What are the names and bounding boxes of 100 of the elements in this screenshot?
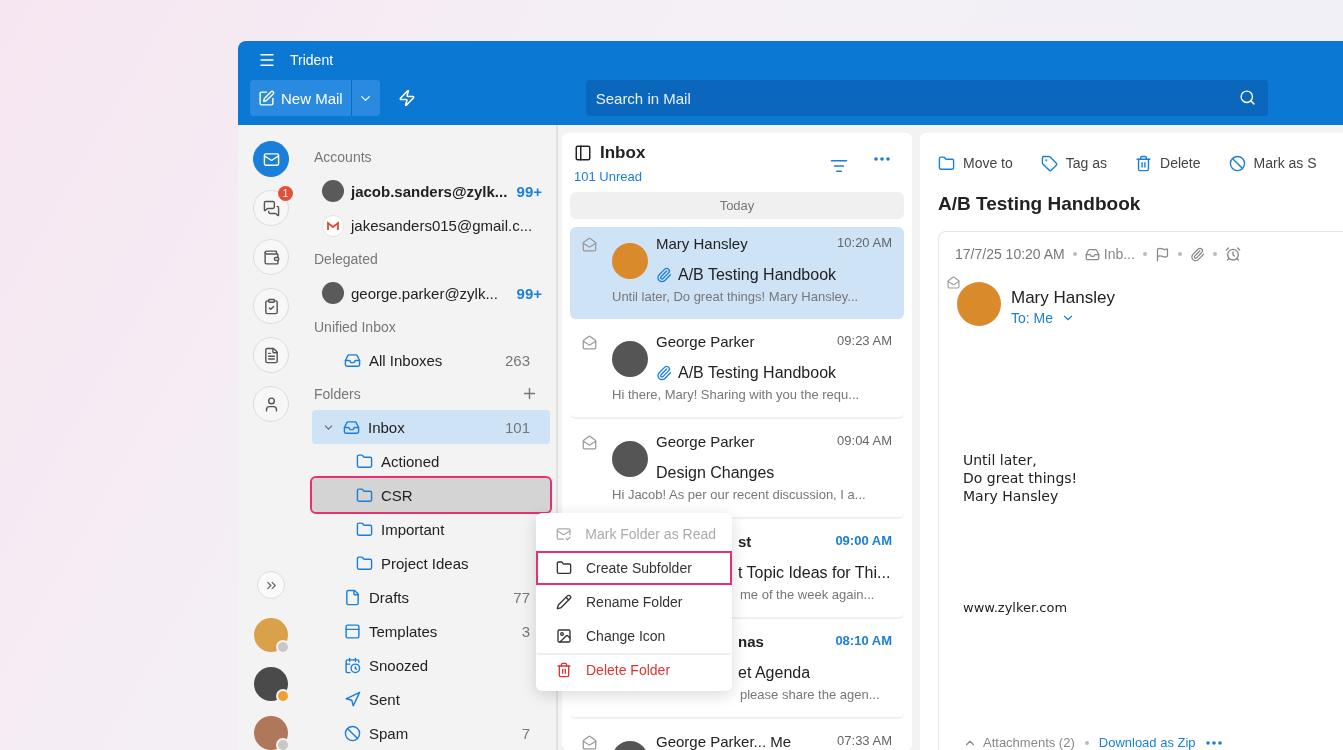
inbox-tray-icon xyxy=(343,418,360,436)
rail-button[interactable] xyxy=(253,141,289,177)
tag-icon xyxy=(1040,154,1058,172)
recipient-toggle[interactable]: To: Me xyxy=(1003,308,1075,326)
filter-button[interactable] xyxy=(830,157,848,175)
envelope-icon xyxy=(582,735,597,750)
menu-item[interactable]: Rename Folder xyxy=(536,585,732,619)
folder-label: Actioned xyxy=(381,452,441,470)
envelope-icon xyxy=(262,150,280,168)
attachments-toggle[interactable]: Attachments (2) xyxy=(963,735,1075,750)
account-item[interactable]: george.parker@zylk... 99+ xyxy=(312,275,556,311)
unread-count: 99+ xyxy=(516,182,542,200)
folder-count: 77 xyxy=(513,588,530,606)
folder-item[interactable]: CSR xyxy=(312,478,550,512)
message-time: 08:10 AM xyxy=(835,633,892,650)
message-time: 09:00 AM xyxy=(835,533,892,550)
more-button[interactable] xyxy=(874,157,890,161)
toolbar-button[interactable]: Delete xyxy=(1135,154,1201,172)
message-time: 09:04 AM xyxy=(837,433,892,450)
compose-icon xyxy=(258,89,275,107)
email-subject: A/B Testing Handbook xyxy=(938,193,1142,215)
section-heading: Delegated xyxy=(314,251,378,268)
folder-icon xyxy=(356,554,373,572)
body-text: Until later, xyxy=(963,451,1037,469)
sender-name: st xyxy=(738,533,752,552)
toolbar-button[interactable]: Tag as xyxy=(1040,154,1108,172)
envelope-icon xyxy=(947,276,960,289)
document-icon xyxy=(262,346,280,364)
folder-icon xyxy=(938,154,955,172)
folder-label: Inbox xyxy=(368,418,406,436)
avatar[interactable] xyxy=(254,716,288,750)
notification-badge: 1 xyxy=(278,186,293,201)
more-button[interactable] xyxy=(1205,740,1222,745)
section-heading: Folders xyxy=(314,385,361,402)
menu-icon[interactable] xyxy=(258,51,276,69)
window-title: Trident xyxy=(290,52,334,68)
account-label: jakesanders015@gmail.c... xyxy=(351,217,534,235)
folder-label: Drafts xyxy=(369,588,410,606)
message-subject: et Agenda xyxy=(738,664,811,682)
body-text: Mary Hansley xyxy=(963,487,1059,505)
avatar xyxy=(612,243,648,279)
folder-count: 7 xyxy=(521,724,530,742)
email-date: 17/7/25 10:20 AM xyxy=(955,246,1065,262)
avatar[interactable] xyxy=(254,667,288,701)
envelope-icon xyxy=(582,335,597,350)
flag-icon[interactable] xyxy=(1154,246,1170,262)
chat-bubbles-icon xyxy=(262,199,280,217)
dropdown-button[interactable] xyxy=(351,80,380,116)
toolbar-button[interactable]: Mark as S xyxy=(1228,154,1317,172)
message-time: 10:20 AM xyxy=(837,235,892,252)
folder-label: Templates xyxy=(369,622,439,640)
account-item[interactable]: jacob.sanders@zylk... 99+ xyxy=(312,173,556,209)
message-preview: Until later, Do great things! Mary Hansley... xyxy=(612,289,859,306)
unread-count: 99+ xyxy=(516,284,542,302)
panel-toggle-icon[interactable] xyxy=(574,144,592,162)
menu-item[interactable]: Change Icon xyxy=(536,619,732,653)
folder-item[interactable]: Inbox 101 xyxy=(312,410,550,444)
message-preview: me of the week again... xyxy=(740,587,875,604)
sender-name: nas xyxy=(738,633,764,652)
folder-item[interactable]: Spam 7 xyxy=(312,716,550,750)
menu-item[interactable]: Delete Folder xyxy=(536,653,732,687)
clipboard-check-icon xyxy=(262,297,280,315)
new-mail-button[interactable]: New Mail xyxy=(250,80,352,116)
message-preview: please share the agen... xyxy=(740,687,880,704)
sender-name: Mary Hansley xyxy=(1010,288,1116,308)
blocked-icon xyxy=(1228,154,1246,172)
message-item[interactable]: Mary Hansley 10:20 AM A/B Testing Handbook Until later, Do great things! Mary Hansley... xyxy=(570,227,904,319)
date-group-header: Today xyxy=(570,192,904,219)
list-title: Inbox xyxy=(600,143,646,163)
search-icon[interactable] xyxy=(1238,89,1256,106)
folder-item[interactable]: Actioned xyxy=(312,444,550,478)
folder-label: CSR xyxy=(381,486,414,504)
more-icon xyxy=(874,157,890,161)
pencil-icon xyxy=(556,594,572,610)
message-subject: Design Changes xyxy=(656,464,775,482)
trash-icon xyxy=(556,662,572,678)
paperclip-icon[interactable] xyxy=(1189,246,1205,262)
download-link[interactable]: Download as Zip xyxy=(1098,735,1196,750)
account-item[interactable]: jakesanders015@gmail.c... xyxy=(312,208,556,244)
menu-item[interactable]: Create Subfolder xyxy=(536,551,732,585)
folder-label: Spam xyxy=(369,724,410,742)
image-icon xyxy=(556,628,572,644)
expand-button[interactable] xyxy=(257,571,285,599)
envelope-check-icon xyxy=(556,526,572,542)
folder-count: 263 xyxy=(504,351,530,369)
folder-item[interactable]: All Inboxes 263 xyxy=(312,343,550,378)
search-field[interactable]: Search in Mail xyxy=(585,80,1268,116)
toolbar-button[interactable]: Move to xyxy=(938,154,1013,172)
avatar xyxy=(612,441,648,477)
envelope-icon xyxy=(582,237,597,252)
folder-label: Snoozed xyxy=(369,656,430,674)
blocked-icon xyxy=(344,724,361,742)
lightning-icon xyxy=(397,89,416,107)
message-subject: A/B Testing Handbook xyxy=(678,266,837,284)
message-subject: t Topic Ideas for Thi... xyxy=(738,564,891,582)
alarm-clock-icon[interactable] xyxy=(1224,246,1241,262)
sender-name: Mary Hansley xyxy=(656,235,748,254)
filter-icon xyxy=(830,157,848,175)
more-icon xyxy=(1205,740,1222,745)
avatar xyxy=(612,341,648,377)
